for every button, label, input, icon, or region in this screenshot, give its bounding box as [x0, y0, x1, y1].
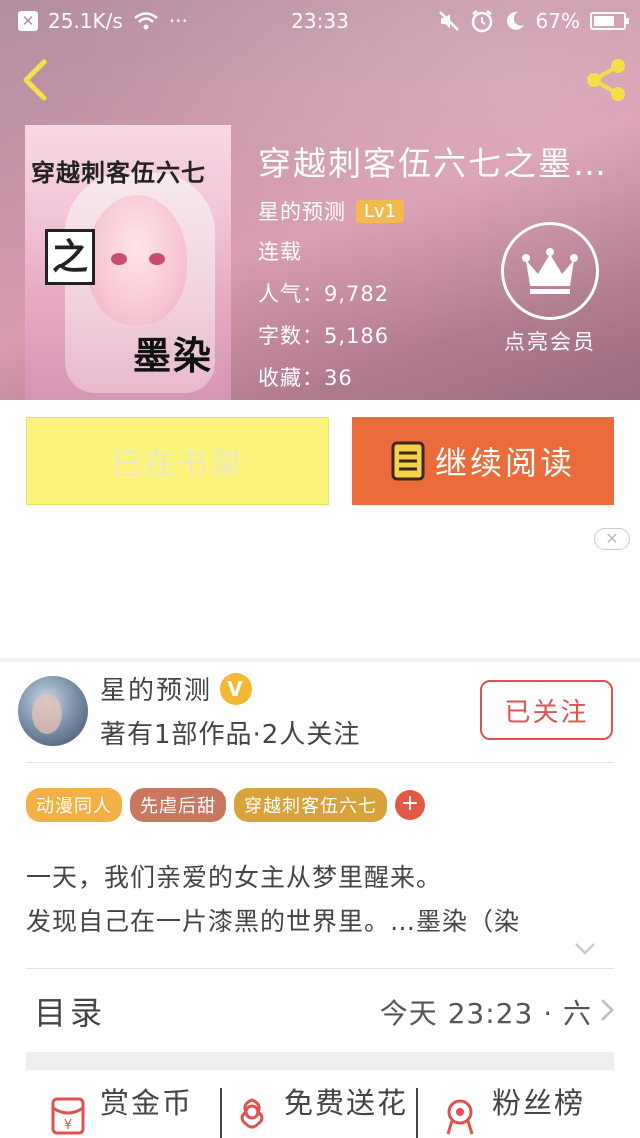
serial-status: 连载 [258, 240, 302, 264]
red-envelope-icon: ¥ [51, 1097, 85, 1135]
tag-list: 动漫同人 先虐后甜 穿越刺客伍六七 + [26, 788, 425, 822]
intro-line: 发现自己在一片漆黑的世界里。…墨染（染 [26, 907, 521, 936]
bottom-action-bar: ¥ 赏金币 免费送花 粉丝榜 [0, 1080, 640, 1138]
status-bar: ✕ 25.1K/s ··· 23:33 67% [0, 0, 640, 44]
back-arrow-icon[interactable] [14, 56, 58, 104]
vip-button[interactable]: 点亮会员 [498, 222, 602, 356]
vip-label: 点亮会员 [504, 330, 596, 354]
cover-title: 穿越刺客伍六七 [31, 158, 206, 187]
share-icon[interactable] [580, 56, 632, 104]
level-badge: Lv1 [356, 199, 405, 223]
mute-icon [438, 11, 459, 31]
medal-icon [446, 1099, 474, 1135]
cover-mo: 墨染 [133, 333, 214, 378]
on-shelf-button[interactable]: 已在书架 [26, 417, 329, 505]
book-icon [391, 441, 425, 481]
author-name[interactable]: 星的预测 [258, 196, 346, 226]
intro-line: 一天，我们亲爱的女主从梦里醒来。 [26, 863, 443, 892]
book-title: 穿越刺客伍六七之墨… [258, 144, 608, 183]
flower-icon [240, 1098, 264, 1129]
separator [220, 1088, 222, 1138]
continue-reading-button[interactable]: 继续阅读 [352, 417, 614, 505]
tag[interactable]: 穿越刺客伍六七 [234, 788, 387, 822]
crown-icon [501, 222, 599, 320]
popularity-stat: 人气：9,782 [258, 278, 389, 308]
author-card: 星的预测 V 著有1部作品·2人关注 已关注 动漫同人 先虐后甜 穿越刺客伍六七… [0, 662, 640, 1138]
cover-face [87, 195, 187, 325]
favorites-value: 36 [324, 366, 353, 390]
add-tag-button[interactable]: + [395, 790, 425, 820]
section-divider [26, 1052, 614, 1070]
continue-reading-label: 继续阅读 [434, 444, 575, 482]
action-bar: 已在书架 继续阅读 [0, 400, 640, 520]
verified-icon: V [220, 672, 253, 705]
divider [26, 762, 614, 763]
chevron-down-icon[interactable] [574, 942, 596, 956]
cover-eye [149, 253, 165, 265]
tag[interactable]: 动漫同人 [26, 788, 122, 822]
tag[interactable]: 先虐后甜 [130, 788, 226, 822]
fan-ranking-button[interactable]: 粉丝榜 [440, 1080, 585, 1138]
cover-zhi: 之 [45, 229, 95, 285]
favorites-stat: 收藏：36 [258, 362, 353, 392]
book-header: ✕ 25.1K/s ··· 23:33 67% 穿越刺客伍六七 之 墨染 穿越刺… [0, 0, 640, 400]
reward-coins-label: 赏金币 [100, 1086, 194, 1120]
cover-eye [111, 253, 127, 265]
author-row: 星的预测 Lv1 [258, 196, 405, 226]
send-flowers-label: 免费送花 [284, 1086, 409, 1120]
book-cover[interactable]: 穿越刺客伍六七 之 墨染 [25, 125, 231, 400]
popularity-value: 9,782 [324, 282, 390, 306]
word-count-label: 字数： [258, 324, 324, 348]
author-card-name-text: 星的预测 [100, 676, 213, 706]
chevron-right-icon [601, 999, 614, 1021]
latest-update: 今天 23:23 · 六 [379, 997, 592, 1030]
separator [416, 1088, 418, 1138]
popularity-label: 人气： [258, 282, 324, 306]
send-flowers-button[interactable]: 免费送花 [232, 1080, 408, 1138]
moon-icon [506, 11, 524, 30]
author-card-name[interactable]: 星的预测 V [100, 670, 253, 707]
battery-icon [590, 12, 629, 30]
word-count-value: 5,186 [324, 324, 390, 348]
author-stats: 著有1部作品·2人关注 [100, 720, 361, 750]
word-count-stat: 字数：5,186 [258, 320, 389, 350]
divider [26, 968, 614, 969]
toc-title: 目录 [34, 994, 107, 1032]
fan-ranking-label: 粉丝榜 [492, 1086, 586, 1120]
favorites-label: 收藏： [258, 366, 324, 390]
svg-text:¥: ¥ [64, 1118, 72, 1133]
reward-coins-button[interactable]: ¥ 赏金币 [48, 1080, 193, 1138]
alarm-icon [471, 10, 492, 33]
ad-banner: ✕ [0, 520, 640, 660]
ad-close-button[interactable]: ✕ [594, 528, 630, 550]
author-avatar[interactable] [18, 676, 88, 746]
follow-button[interactable]: 已关注 [480, 680, 613, 740]
table-of-contents-row[interactable]: 目录 今天 23:23 · 六 [26, 984, 614, 1040]
book-intro[interactable]: 一天，我们亲爱的女主从梦里醒来。 发现自己在一片漆黑的世界里。…墨染（染 [26, 856, 616, 944]
battery-percent: 67% [535, 9, 580, 33]
